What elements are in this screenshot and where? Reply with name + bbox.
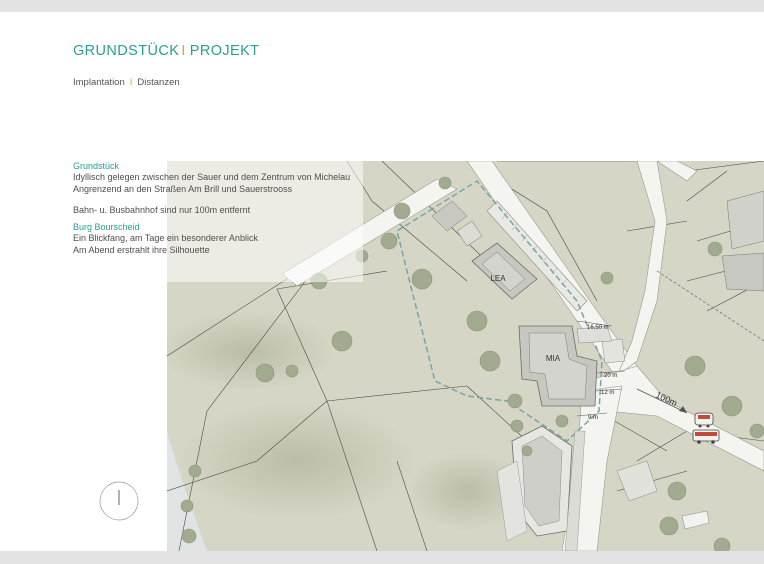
page: GRUNDSTÜCK I PROJEKT Implantation I Distanze…	[0, 12, 764, 551]
label-lea: LEA	[490, 274, 506, 283]
heading-burg-bourscheid: Burg Bourscheid	[73, 222, 140, 233]
distance-label-2: 20 m	[604, 373, 617, 379]
info-text: Grundstück Idyllisch gelegen zwischen de…	[73, 161, 373, 256]
info-line-4: Ein Blickfang, am Tage ein besonderer An…	[73, 233, 258, 244]
title-projekt: PROJEKT	[189, 43, 260, 59]
label-mia: MIA	[546, 354, 561, 363]
distance-label-4: 9 m	[588, 415, 598, 421]
info-line-3: Bahn- u. Busbahnhof sind nur 100m entfer…	[73, 204, 251, 215]
distance-label-1: 16,50 m	[587, 325, 609, 331]
nav-separator: I	[129, 77, 133, 88]
nav-distanzen[interactable]: Distanzen	[137, 77, 179, 88]
info-line-1: Idyllisch gelegen zwischen der Sauer und…	[73, 172, 351, 183]
train-icon	[694, 412, 714, 428]
nav-implantation[interactable]: Implantation	[73, 77, 125, 88]
sub-navigation: Implantation I Distanzen	[73, 77, 180, 88]
title-grundstueck: GRUNDSTÜCK	[73, 43, 180, 59]
info-line-2: Angrenzend an den Straßen Am Brill und S…	[73, 183, 293, 194]
page-title: GRUNDSTÜCK I PROJEKT	[73, 43, 259, 59]
heading-grundstueck: Grundstück	[73, 161, 120, 171]
north-compass-icon	[99, 481, 139, 521]
distance-label-3: 12 m	[601, 390, 614, 396]
title-separator: I	[181, 43, 186, 59]
info-line-5: Am Abend erstrahlt ihre Silhouette	[73, 244, 210, 255]
